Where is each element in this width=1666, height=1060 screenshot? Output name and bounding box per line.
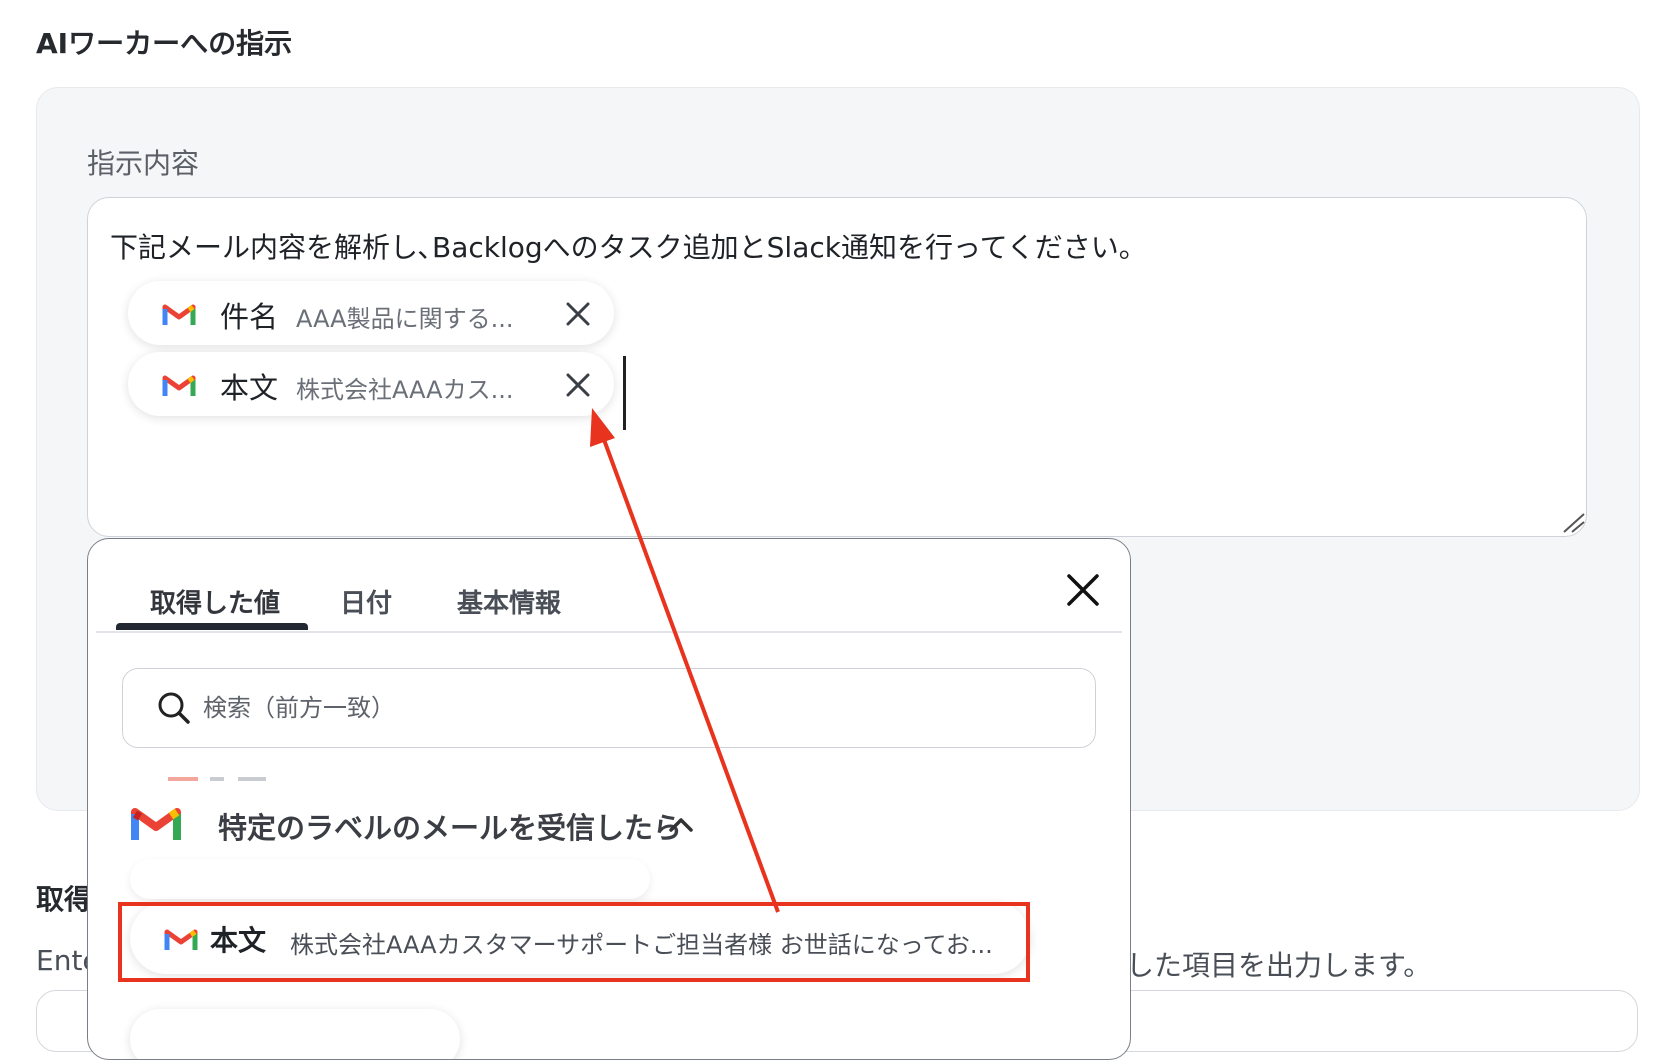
tab-divider — [96, 631, 1122, 633]
gmail-icon — [162, 304, 196, 325]
instruction-text: 下記メール内容を解析し､Backlogへのタスク追加とSlack通知を行ってくだ… — [110, 231, 1147, 264]
output-section-title: 取得 — [36, 883, 93, 916]
chip-name: 件名 — [220, 300, 279, 334]
variable-chip-body[interactable]: 本文 株式会社AAAカス... — [128, 352, 614, 416]
section-title: AIワーカーへの指示 — [36, 27, 293, 60]
chip-value: 株式会社AAAカス... — [296, 376, 514, 404]
tab-retrieved-values[interactable]: 取得した値 — [150, 583, 280, 620]
gmail-icon — [131, 808, 181, 840]
search-input[interactable] — [201, 687, 1065, 729]
search-icon — [158, 692, 190, 724]
trigger-group-header[interactable]: 特定のラベルのメールを受信したら — [88, 789, 1130, 869]
gmail-icon — [162, 375, 196, 396]
trigger-group-title: 特定のラベルのメールを受信したら — [218, 811, 683, 845]
close-icon[interactable] — [1066, 573, 1100, 607]
chevron-up-icon[interactable] — [668, 817, 694, 833]
remove-chip-close-icon[interactable] — [564, 371, 592, 399]
resize-handle-icon[interactable] — [1562, 512, 1586, 534]
variable-chip-subject[interactable]: 件名 AAA製品に関する... — [128, 281, 614, 345]
text-caret — [623, 356, 626, 430]
scrolled-content-edge — [168, 777, 266, 781]
tab-date[interactable]: 日付 — [340, 583, 392, 620]
remove-chip-close-icon[interactable] — [564, 300, 592, 328]
annotation-highlight-box — [118, 902, 1030, 982]
instruction-label: 指示内容 — [87, 147, 200, 180]
tab-basic-info[interactable]: 基本情報 — [457, 583, 561, 620]
active-tab-indicator — [116, 623, 308, 630]
output-description-end: した項目を出力します。 — [1126, 949, 1432, 982]
list-item-partial[interactable] — [130, 859, 650, 899]
list-item-partial[interactable] — [130, 1009, 460, 1059]
chip-value: AAA製品に関する... — [296, 305, 514, 333]
chip-name: 本文 — [220, 371, 279, 405]
search-box[interactable] — [122, 668, 1096, 748]
